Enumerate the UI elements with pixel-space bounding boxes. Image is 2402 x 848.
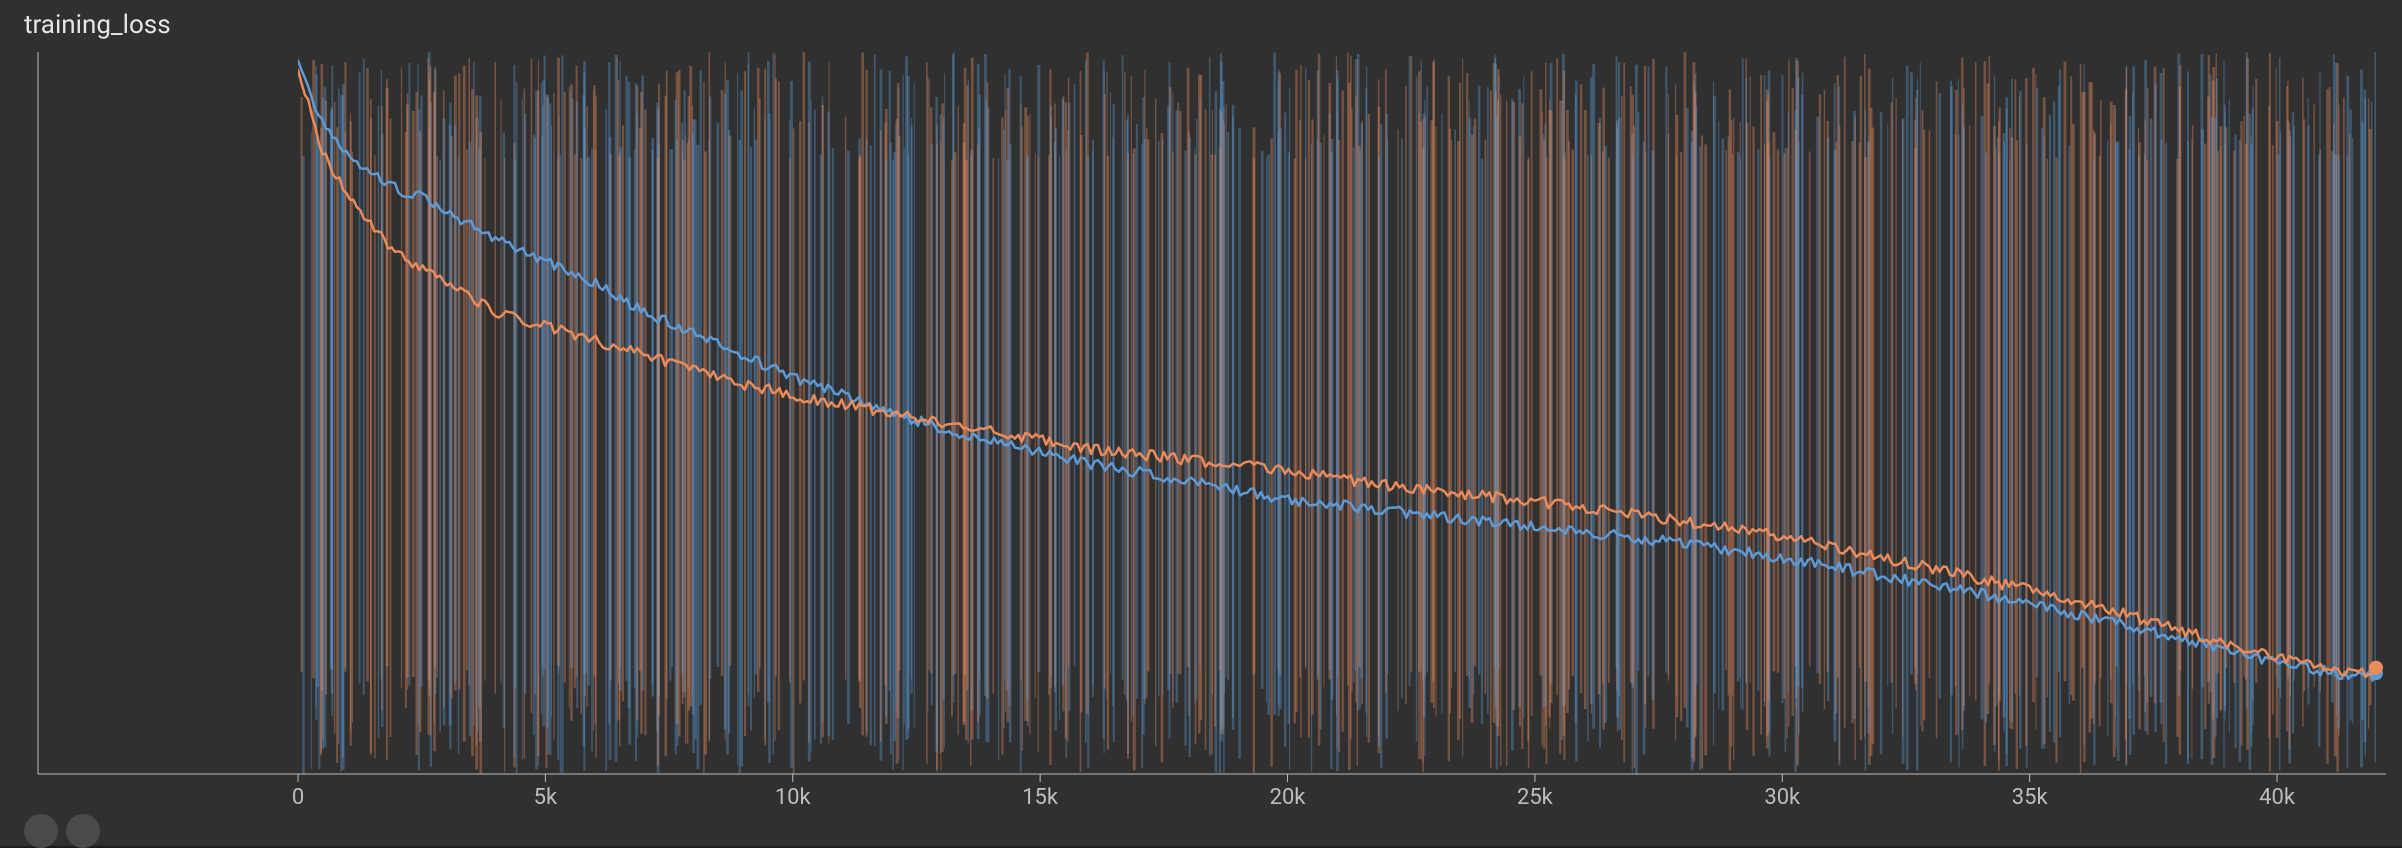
plot-area[interactable]: 0 5k 10k 15k 20k 25k 30k 35k 40k <box>38 52 2386 810</box>
svg-text:10k: 10k <box>775 785 812 810</box>
chart-footer-controls <box>24 814 100 848</box>
chart-panel: training_loss 0 5k 10k 15k 20k 25k 30k 35k 40k <box>0 0 2402 846</box>
svg-text:35k: 35k <box>2012 785 2049 810</box>
chart-action-button-2[interactable] <box>66 814 100 848</box>
chart-title: training_loss <box>24 10 171 40</box>
chart-action-button-1[interactable] <box>24 814 58 848</box>
svg-text:40k: 40k <box>2259 785 2296 810</box>
svg-text:0: 0 <box>292 785 304 810</box>
svg-text:20k: 20k <box>1270 785 1307 810</box>
svg-text:25k: 25k <box>1517 785 1554 810</box>
line-chart[interactable]: 0 5k 10k 15k 20k 25k 30k 35k 40k <box>38 52 2386 810</box>
svg-text:15k: 15k <box>1022 785 1059 810</box>
svg-text:30k: 30k <box>1764 785 1801 810</box>
svg-text:5k: 5k <box>534 785 558 810</box>
